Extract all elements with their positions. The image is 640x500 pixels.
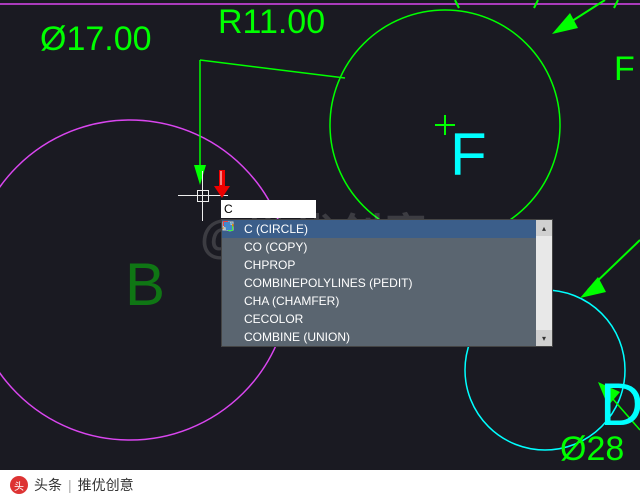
polyline-icon [226, 276, 240, 290]
dimension-diameter-17: Ø17.00 [40, 20, 152, 59]
footer-separator: | [68, 477, 72, 493]
letter-d: D [600, 370, 640, 439]
dimension-radius-11: R11.00 [218, 3, 325, 42]
toutiao-logo-icon: 头 [10, 476, 28, 494]
color-icon [226, 312, 240, 326]
union-icon [226, 330, 240, 344]
scroll-down-button[interactable]: ▾ [536, 330, 552, 346]
autocomplete-scrollbar[interactable]: ▴ ▾ [536, 220, 552, 346]
footer-author: 推优创意 [78, 475, 134, 495]
copy-icon [226, 240, 240, 254]
autocomplete-item-label: CHA (CHAMFER) [244, 294, 339, 308]
autocomplete-item-label: CO (COPY) [244, 240, 307, 254]
footer-source-label: 头条 [34, 475, 62, 495]
autocomplete-item-label: COMBINEPOLYLINES (PEDIT) [244, 276, 412, 290]
autocomplete-list: C (CIRCLE) CO (COPY) CHPROP COMBINEPOLYL… [222, 220, 536, 346]
letter-b-partial: B [125, 250, 165, 319]
autocomplete-item-label: CECOLOR [244, 312, 303, 326]
autocomplete-item-combine[interactable]: COMBINE (UNION) [222, 328, 536, 346]
scroll-up-button[interactable]: ▴ [536, 220, 552, 236]
cad-drawing-canvas[interactable]: Ø17.00 R11.00 F Ø28 F D B @推优创意 C (CIRCL… [0, 0, 640, 470]
footer-attribution: 头 头条 | 推优创意 [0, 470, 640, 500]
autocomplete-item-combinepolylines[interactable]: COMBINEPOLYLINES (PEDIT) [222, 274, 536, 292]
autocomplete-item-circle[interactable]: C (CIRCLE) [222, 220, 536, 238]
autocomplete-dropdown: C (CIRCLE) CO (COPY) CHPROP COMBINEPOLYL… [221, 219, 553, 347]
pick-box [197, 190, 209, 202]
autocomplete-item-chamfer[interactable]: CHA (CHAMFER) [222, 292, 536, 310]
autocomplete-item-copy[interactable]: CO (COPY) [222, 238, 536, 256]
chamfer-icon [226, 294, 240, 308]
dimension-right-f: F [614, 50, 635, 89]
command-input[interactable] [221, 200, 316, 218]
autocomplete-item-chprop[interactable]: CHPROP [222, 256, 536, 274]
letter-f: F [450, 120, 487, 189]
properties-icon [226, 258, 240, 272]
autocomplete-item-label: C (CIRCLE) [244, 222, 308, 236]
autocomplete-item-cecolor[interactable]: CECOLOR [222, 310, 536, 328]
autocomplete-item-label: COMBINE (UNION) [244, 330, 350, 344]
autocomplete-item-label: CHPROP [244, 258, 295, 272]
